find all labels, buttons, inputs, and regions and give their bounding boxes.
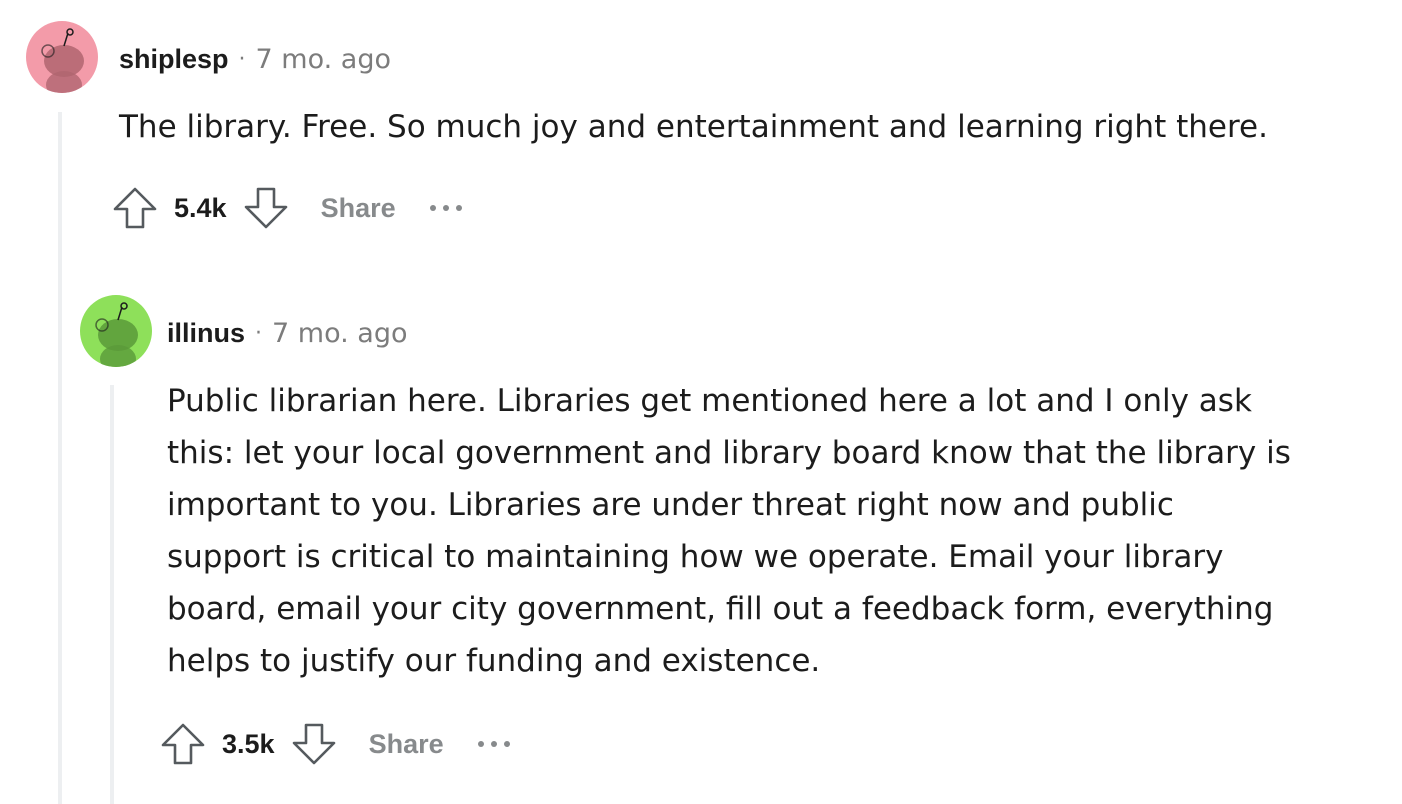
comment-actions: 3.5k Share <box>158 716 510 772</box>
comment-body-line: this: let your local government and libr… <box>167 435 1291 471</box>
dot-icon <box>503 741 510 747</box>
snoo-avatar-icon <box>26 21 98 93</box>
share-button[interactable]: Share <box>369 729 444 760</box>
comment-body-line: helps to justify our funding and existen… <box>167 643 821 679</box>
separator-dot: · <box>255 320 263 346</box>
dot-icon <box>442 205 449 211</box>
arrow-down-icon[interactable] <box>289 719 339 769</box>
timestamp[interactable]: 7 mo. ago <box>256 44 391 75</box>
comment-meta: illinus · 7 mo. ago <box>167 315 408 351</box>
username[interactable]: illinus <box>167 318 245 349</box>
arrow-up-icon[interactable] <box>110 183 160 233</box>
comment-body-line: important to you. Libraries are under th… <box>167 487 1174 523</box>
vote-count: 3.5k <box>222 728 275 759</box>
arrow-up-icon[interactable] <box>158 719 208 769</box>
comment-meta: shiplesp · 7 mo. ago <box>119 41 391 77</box>
thread-line-reply[interactable] <box>110 385 114 804</box>
dot-icon <box>429 205 436 211</box>
thread-line-root[interactable] <box>58 112 62 804</box>
share-button[interactable]: Share <box>321 193 396 224</box>
comment-body: Public librarian here. Libraries get men… <box>167 375 1291 687</box>
avatar[interactable] <box>80 295 152 367</box>
more-options-icon[interactable] <box>429 193 462 223</box>
comment-actions: 5.4k Share <box>110 180 462 236</box>
comment-body-line: The library. Free. So much joy and enter… <box>119 109 1268 145</box>
dot-icon <box>455 205 462 211</box>
timestamp[interactable]: 7 mo. ago <box>272 318 407 349</box>
dot-icon <box>477 741 484 747</box>
avatar[interactable] <box>26 21 98 93</box>
arrow-down-icon[interactable] <box>241 183 291 233</box>
separator-dot: · <box>238 46 246 72</box>
comment-body-line: support is critical to maintaining how w… <box>167 539 1224 575</box>
snoo-avatar-icon <box>80 295 152 367</box>
comment-body: The library. Free. So much joy and enter… <box>119 101 1268 153</box>
vote-count: 5.4k <box>174 192 227 223</box>
dot-icon <box>490 741 497 747</box>
more-options-icon[interactable] <box>477 729 510 759</box>
username[interactable]: shiplesp <box>119 44 229 75</box>
comment-body-line: board, email your city government, fill … <box>167 591 1274 627</box>
comment-body-line: Public librarian here. Libraries get men… <box>167 383 1252 419</box>
